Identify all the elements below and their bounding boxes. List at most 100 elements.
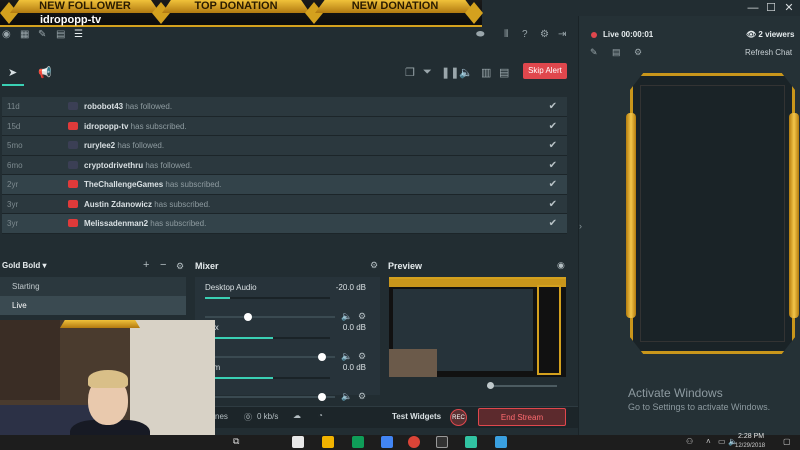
eye-icon[interactable]: ◉: [557, 260, 565, 271]
end-stream-button[interactable]: End Stream: [478, 408, 566, 426]
themes-icon[interactable]: ▦: [20, 29, 29, 40]
checkmark-icon[interactable]: ✔: [549, 179, 557, 190]
tray-time[interactable]: 2:28 PM: [738, 433, 764, 440]
bitrate-icon: ⓪: [244, 413, 252, 422]
cloud-icon[interactable]: ☁: [293, 411, 301, 420]
speaker-icon[interactable]: 🔈: [341, 311, 352, 322]
mixer-panel: Desktop Audio-20.0 dB🔈⚙Aux0.0 dB🔈⚙cam0.0…: [195, 277, 380, 401]
mixer-volume-knob[interactable]: [318, 353, 326, 361]
mixer-settings-icon[interactable]: ⚙: [370, 260, 378, 271]
volume-icon[interactable]: 🔈: [459, 66, 473, 79]
feed-username[interactable]: cryptodrivethru: [84, 161, 143, 170]
help-icon[interactable]: ?: [522, 29, 528, 40]
network-icon[interactable]: ▭: [718, 437, 726, 446]
add-scene-icon[interactable]: +: [143, 259, 149, 271]
feed-username[interactable]: rurylee2: [84, 141, 115, 150]
twitch-icon: [68, 141, 78, 149]
task-view-icon[interactable]: ⧉: [233, 436, 245, 448]
source-settings-icon[interactable]: ⚙: [358, 391, 366, 402]
skip-alert-button[interactable]: Skip Alert: [523, 63, 567, 79]
close-button[interactable]: ✕: [778, 0, 800, 16]
activate-windows-title: Activate Windows: [628, 386, 723, 400]
checkmark-icon[interactable]: ✔: [549, 140, 557, 151]
night-mode-toggle-icon[interactable]: ⬬: [476, 29, 485, 40]
chat-settings-icon[interactable]: ⚙: [634, 47, 642, 58]
chat-frame-pillar-right: [789, 113, 799, 318]
scene-item[interactable]: Starting: [0, 277, 186, 296]
scene-collection-dropdown[interactable]: Gold Bold ▾: [2, 261, 46, 270]
chevron-up-icon[interactable]: ˄: [706, 437, 711, 446]
source-settings-icon[interactable]: ⚙: [358, 311, 366, 322]
layout-compact-icon[interactable]: ▥: [481, 66, 491, 79]
editor-icon[interactable]: ✎: [38, 29, 46, 40]
people-icon[interactable]: ⚇: [686, 437, 693, 446]
docs-icon[interactable]: [381, 436, 393, 448]
feed-username[interactable]: Melissadenman2: [84, 219, 148, 228]
checkmark-icon[interactable]: ✔: [549, 160, 557, 171]
copy-icon[interactable]: ❐: [405, 66, 415, 79]
mixer-volume-slider[interactable]: [205, 356, 335, 358]
pause-icon[interactable]: ❚❚: [441, 66, 459, 79]
scene-collection-name: Gold Bold: [2, 261, 41, 270]
youtube-icon: [68, 219, 78, 227]
scene-item[interactable]: Live: [0, 296, 186, 315]
checkmark-icon[interactable]: ✔: [549, 199, 557, 210]
tray-date[interactable]: 12/29/2018: [735, 443, 765, 449]
settings-gear-icon[interactable]: ⚙: [540, 29, 549, 40]
feed-username[interactable]: TheChallengeGames: [84, 180, 163, 189]
mixer-level-meter: [205, 297, 330, 299]
record-button[interactable]: REC: [450, 409, 467, 426]
scene-settings-icon[interactable]: ⚙: [176, 261, 184, 272]
speaker-icon[interactable]: 🔈: [341, 351, 352, 362]
studio-icon[interactable]: ▤: [612, 47, 621, 58]
mixer-volume-knob[interactable]: [318, 393, 326, 401]
chrome-icon[interactable]: [408, 436, 420, 448]
test-widgets-button[interactable]: Test Widgets: [392, 412, 441, 421]
preview-slider[interactable]: [487, 382, 557, 389]
feed-row: 2yr TheChallengeGames has subscribed. ✔: [2, 175, 567, 195]
checkmark-icon[interactable]: ✔: [549, 218, 557, 229]
layout-list-icon[interactable]: ▤: [499, 66, 509, 79]
fortnite-icon[interactable]: [495, 436, 507, 448]
edit-icon[interactable]: ✎: [590, 47, 598, 58]
activate-windows-subtitle: Go to Settings to activate Windows.: [628, 402, 771, 412]
mixer-volume-slider[interactable]: [205, 316, 335, 318]
speaker-icon[interactable]: 🔈: [341, 391, 352, 402]
sheets-icon[interactable]: [352, 436, 364, 448]
mail-icon[interactable]: [292, 436, 304, 448]
mixer-volume-knob[interactable]: [243, 313, 252, 321]
feed-action: has followed.: [125, 102, 173, 111]
chat-frame-inner: [640, 85, 785, 342]
feed-row: 11d robobot43 has followed. ✔: [2, 97, 567, 117]
studio-icon[interactable]: ▤: [56, 29, 65, 40]
feed-entry: rurylee2 has followed.: [84, 141, 164, 150]
collapse-chat-icon[interactable]: ›: [579, 221, 582, 231]
logout-icon[interactable]: ⇥: [558, 29, 566, 40]
mixer-title: Mixer: [195, 261, 219, 271]
feed-username[interactable]: Austin Zdanowicz: [84, 200, 152, 209]
checkmark-icon[interactable]: ✔: [549, 101, 557, 112]
live-view-icon[interactable]: ☰: [74, 29, 83, 40]
megaphone-icon[interactable]: 📢: [38, 66, 52, 79]
checkmark-icon[interactable]: ✔: [549, 121, 557, 132]
feed-username[interactable]: idropopp-tv: [84, 122, 128, 131]
speedometer-icon[interactable]: ◔: [318, 411, 323, 420]
notifications-icon[interactable]: ▢: [783, 437, 791, 446]
feed-username[interactable]: robobot43: [84, 102, 123, 111]
live-indicator-dot: [591, 32, 597, 38]
send-icon[interactable]: ➤: [8, 66, 17, 79]
feed-time: 15d: [7, 121, 21, 131]
preview-slider-knob[interactable]: [487, 382, 494, 389]
source-settings-icon[interactable]: ⚙: [358, 351, 366, 362]
explorer-icon[interactable]: [322, 436, 334, 448]
viewer-count-label: 2 viewers: [758, 30, 795, 39]
refresh-chat-button[interactable]: Refresh Chat: [745, 48, 792, 57]
mixer-source-db: -20.0 dB: [335, 283, 366, 292]
streamlabs-icon[interactable]: [465, 436, 477, 448]
dashboard-icon[interactable]: ◉: [2, 29, 11, 40]
mixer-volume-slider[interactable]: [205, 396, 335, 398]
obs-icon[interactable]: [436, 436, 448, 448]
filter-icon[interactable]: ⏷: [423, 66, 432, 79]
remove-scene-icon[interactable]: −: [160, 259, 166, 271]
bars-icon[interactable]: ⦀: [504, 29, 508, 40]
